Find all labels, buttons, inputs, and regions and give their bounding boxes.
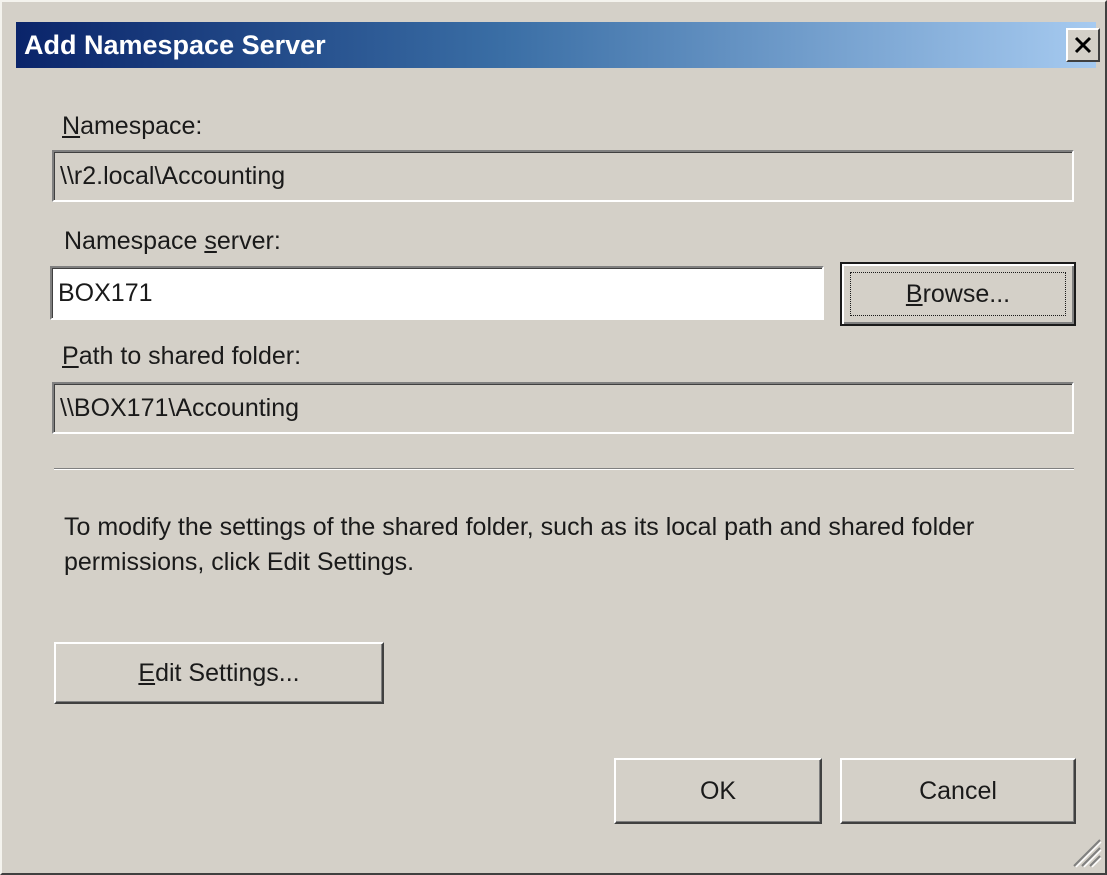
path-label: Path to shared folder:	[62, 341, 301, 371]
path-field[interactable]	[52, 382, 1074, 434]
path-label-text: ath to shared folder:	[78, 342, 302, 370]
dialog-title: Add Namespace Server	[24, 30, 326, 60]
edit-settings-button-label: Edit Settings...	[56, 658, 382, 688]
namespace-server-label-text-a: Namespace	[64, 227, 205, 255]
close-button[interactable]	[1066, 28, 1100, 62]
namespace-field[interactable]	[52, 150, 1074, 202]
cancel-button-label: Cancel	[919, 777, 997, 805]
ok-button[interactable]: OK	[614, 758, 822, 824]
ok-button-label: OK	[699, 777, 737, 805]
separator	[54, 468, 1074, 470]
namespace-label-mnemonic: N	[62, 112, 81, 140]
title-bar[interactable]: Add Namespace Server	[16, 22, 1100, 68]
help-text: To modify the settings of the shared fol…	[64, 513, 975, 576]
browse-button[interactable]: Browse...	[840, 262, 1076, 326]
browse-button-label: Browse...	[842, 279, 1074, 309]
edit-settings-button[interactable]: Edit Settings...	[54, 642, 384, 704]
close-icon	[1074, 36, 1092, 54]
add-namespace-server-dialog: Add Namespace Server Namespace: Namespac…	[0, 0, 1107, 875]
path-label-mnemonic: P	[62, 342, 79, 370]
edit-settings-label-text: dit Settings...	[155, 659, 300, 687]
browse-label-text: rowse...	[922, 280, 1011, 308]
namespace-label-text: amespace:	[80, 112, 203, 140]
resize-grip-icon[interactable]	[1068, 834, 1102, 868]
cancel-button[interactable]: Cancel	[840, 758, 1076, 824]
namespace-server-label-mnemonic: s	[204, 227, 217, 255]
browse-mnemonic: B	[905, 280, 923, 308]
namespace-server-label-text-b: erver:	[216, 227, 281, 255]
namespace-label: Namespace:	[62, 111, 202, 141]
namespace-server-label: Namespace server:	[64, 226, 281, 256]
edit-settings-mnemonic: E	[138, 659, 156, 687]
namespace-server-input[interactable]	[50, 266, 824, 320]
